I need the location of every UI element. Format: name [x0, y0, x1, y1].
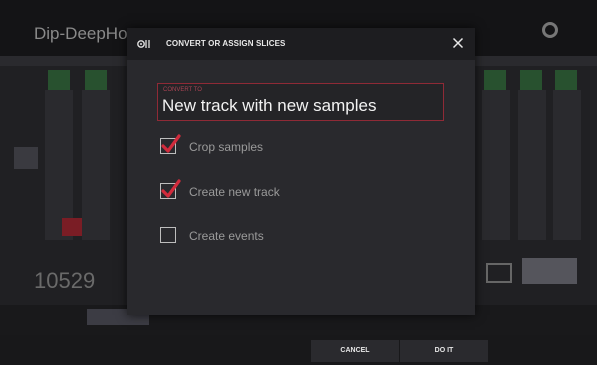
background-button — [522, 258, 577, 284]
cancel-label: CANCEL — [340, 347, 370, 354]
gear-icon — [542, 22, 558, 38]
create-new-track-label: Create new track — [189, 185, 280, 199]
slices-icon — [137, 37, 151, 51]
side-tab — [14, 147, 38, 169]
close-icon[interactable] — [449, 34, 467, 52]
checkmark-icon — [161, 179, 181, 198]
convert-to-select[interactable]: CONVERT TO New track with new samples — [157, 83, 444, 121]
dialog-header: CONVERT OR ASSIGN SLICES — [127, 28, 475, 60]
checkmark-icon — [161, 134, 181, 153]
pad-indicator — [555, 70, 577, 90]
convert-to-label: CONVERT TO — [163, 87, 202, 93]
create-events-label: Create events — [189, 229, 264, 243]
footer-bar — [0, 335, 597, 365]
pad-indicator — [85, 70, 107, 90]
create-new-track-checkbox[interactable] — [160, 179, 181, 199]
track-column — [82, 90, 110, 240]
record-pad — [62, 218, 82, 236]
do-it-button[interactable]: DO IT — [400, 340, 488, 362]
position-counter: 10529 — [34, 268, 96, 293]
pad-indicator — [484, 70, 506, 90]
convert-slices-dialog: CONVERT OR ASSIGN SLICES CONVERT TO New … — [127, 28, 475, 315]
tools-icon — [486, 263, 512, 283]
track-column — [553, 90, 581, 240]
create-events-checkbox[interactable] — [160, 227, 176, 243]
track-column — [518, 90, 546, 240]
crop-samples-checkbox[interactable] — [160, 134, 181, 154]
dialog-title: CONVERT OR ASSIGN SLICES — [166, 39, 286, 48]
crop-samples-label: Crop samples — [189, 140, 264, 154]
pad-indicator — [520, 70, 542, 90]
do-it-label: DO IT — [434, 347, 454, 354]
pad-indicator — [48, 70, 70, 90]
track-column — [482, 90, 510, 240]
cancel-button[interactable]: CANCEL — [311, 340, 399, 362]
convert-to-value: New track with new samples — [162, 96, 377, 115]
